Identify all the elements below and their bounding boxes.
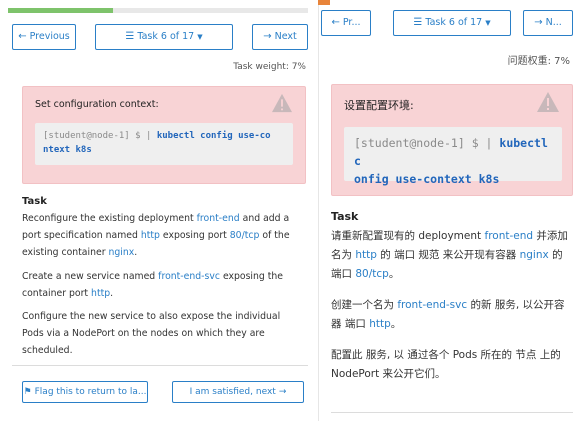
- task-paragraph-3: 配置此 服务, 以 通过各个 Pods 所在的 节点 上的 NodePort 来…: [331, 349, 561, 380]
- task-paragraph-2: 创建一个名为 front-end-svc 的新 服务, 以公开容器 端口 htt…: [331, 299, 565, 330]
- previous-button[interactable]: ← Previous: [12, 24, 76, 50]
- task-heading: Task: [22, 196, 47, 207]
- satisfied-next-button[interactable]: I am satisfied, next →: [172, 381, 304, 403]
- caret-down-icon: ▼: [197, 33, 203, 41]
- left-pane: ← Previous ☰ Task 6 of 17 ▼ → Next Task weig…: [0, 0, 318, 421]
- previous-button[interactable]: ← Pr...: [321, 10, 371, 36]
- context-alert: Set configuration context: [student@node…: [22, 86, 306, 184]
- right-pane: ← Pr... ☰ Task 6 of 17 ▼ → N... 问题权重: 7% 设置配…: [318, 0, 576, 421]
- arrow-right-icon: →: [278, 387, 287, 397]
- context-title: 设置配置环境:: [344, 99, 414, 112]
- next-button[interactable]: → N...: [523, 10, 573, 36]
- task-heading: Task: [331, 210, 359, 223]
- list-icon: ☰: [125, 31, 135, 42]
- flag-icon: ⚑: [23, 387, 32, 397]
- progress-bar: [8, 8, 308, 13]
- task-selector-button[interactable]: ☰ Task 6 of 17 ▼: [95, 24, 233, 50]
- warning-icon: [272, 93, 292, 113]
- task-paragraph-1: 请重新配置现有的 deployment front-end 并添加名为 http…: [331, 230, 568, 280]
- arrow-left-icon: ←: [18, 31, 27, 42]
- top-badge: [318, 0, 330, 5]
- footer-divider: [12, 365, 308, 366]
- context-title: Set configuration context:: [35, 99, 159, 110]
- task-paragraph-2: Create a new service named front-end-svc…: [22, 271, 284, 299]
- progress-fill: [8, 8, 113, 13]
- footer-divider: [331, 412, 573, 413]
- context-command: [student@node-1] $ | kubectl c onfig use…: [344, 127, 562, 186]
- task-paragraph-3: Configure the new service to also expose…: [22, 311, 281, 356]
- list-icon: ☰: [413, 17, 423, 28]
- flag-button[interactable]: ⚑ Flag this to return to la...: [22, 381, 148, 403]
- arrow-right-icon: →: [534, 17, 543, 28]
- task-weight: 问题权重: 7%: [507, 56, 570, 67]
- arrow-left-icon: ←: [331, 17, 340, 28]
- arrow-right-icon: →: [263, 31, 272, 42]
- task-weight: Task weight: 7%: [233, 62, 306, 72]
- next-button[interactable]: → Next: [252, 24, 308, 50]
- caret-down-icon: ▼: [485, 19, 491, 27]
- context-command: [student@node-1] $ | kubectl config use-…: [35, 123, 293, 165]
- warning-icon: [537, 92, 559, 112]
- task-paragraph-1: Reconfigure the existing deployment fron…: [22, 213, 290, 258]
- context-alert: 设置配置环境: [student@node-1] $ | kubectl c o…: [331, 84, 573, 196]
- task-selector-button[interactable]: ☰ Task 6 of 17 ▼: [393, 10, 511, 36]
